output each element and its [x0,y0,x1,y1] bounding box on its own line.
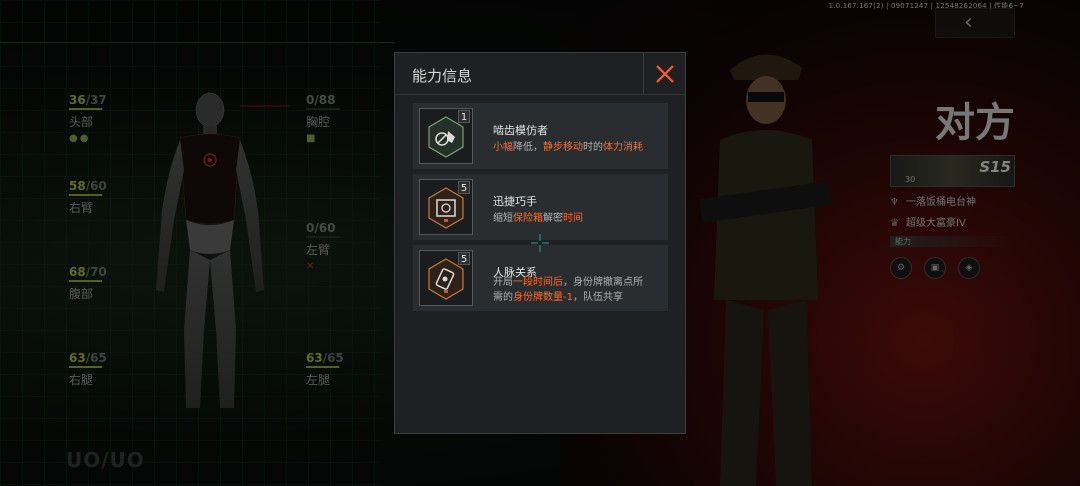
highlight-text: 体力消耗 [603,142,643,153]
ability-level: 5 [458,252,470,265]
desc-text: 解密 [543,213,563,224]
ability-desc: 小幅降低，静步移动时的体力消耗 [493,140,643,155]
ability-name: 啮齿模仿者 [493,124,548,137]
desc-text: ，身份牌撤离点所 [563,277,643,288]
ability-icon-box: 5 [419,179,473,235]
ability-name: 迅捷巧手 [493,195,537,208]
close-icon [655,64,674,83]
ability-desc-line: 缩短保险箱解密时间 [493,211,583,226]
ability-desc-line: 小幅降低，静步移动时的体力消耗 [493,140,643,155]
ability-level: 1 [458,110,470,123]
ability-item[interactable]: 5 人脉关系 开局一段时间后，身份牌撤离点所 需的身份牌数量-1，队伍共享 [413,245,668,311]
highlight-text: 身份牌数量-1 [513,292,573,303]
ability-item[interactable]: 5 迅捷巧手 缩短保险箱解密时间 [413,174,668,240]
ability-desc-line: 开局一段时间后，身份牌撤离点所 [493,275,643,290]
desc-text: 降低， [513,142,543,153]
highlight-text: 时间 [563,213,583,224]
crosshair-icon [531,234,549,252]
modal-header: 能力信息 [395,53,685,95]
ability-desc-line: 需的身份牌数量-1，队伍共享 [493,290,643,305]
highlight-text: 小幅 [493,142,513,153]
desc-text: 需的 [493,292,513,303]
highlight-text: 保险箱 [513,213,543,224]
desc-text: 缩短 [493,213,513,224]
desc-text: 时的 [583,142,603,153]
ability-level: 5 [458,181,470,194]
modal-title: 能力信息 [412,67,473,85]
highlight-text: 静步移动 [543,142,583,153]
highlight-text: 一段时间后 [513,277,563,288]
ability-desc: 开局一段时间后，身份牌撤离点所 需的身份牌数量-1，队伍共享 [493,275,643,305]
desc-text: 开局 [493,277,513,288]
close-button[interactable] [643,53,685,94]
ability-item[interactable]: 1 啮齿模仿者 小幅降低，静步移动时的体力消耗 [413,103,668,169]
desc-text: ，队伍共享 [572,292,623,303]
ability-icon-box: 5 [419,250,473,306]
ability-desc: 缩短保险箱解密时间 [493,211,583,226]
ability-icon-box: 1 [419,108,473,164]
